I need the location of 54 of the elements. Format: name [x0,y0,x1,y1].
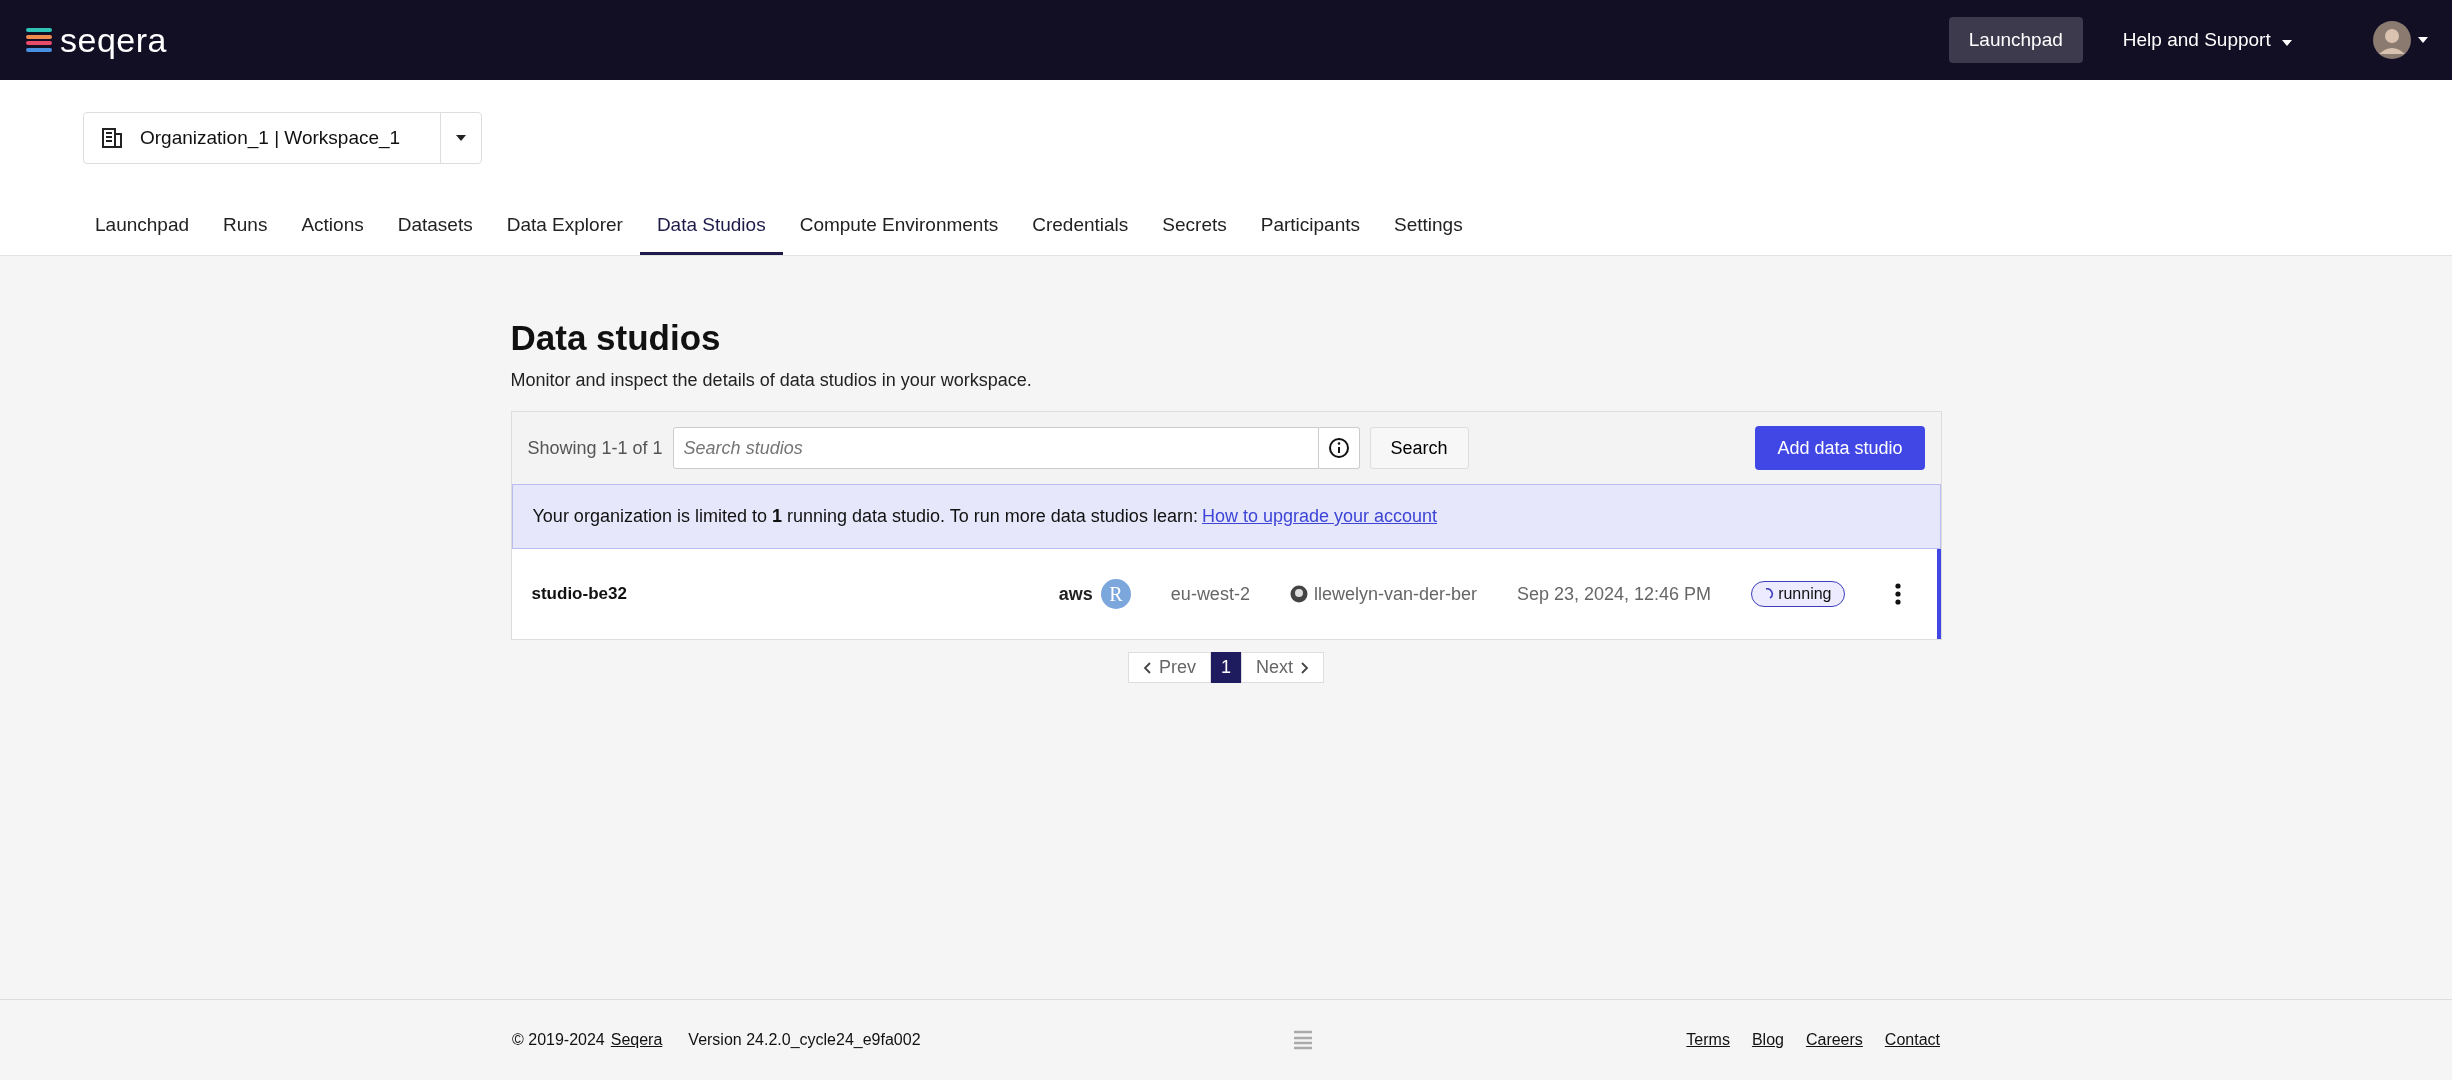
avatar-icon[interactable] [2372,20,2412,60]
logo-icon [1292,1029,1315,1051]
tool-badge: R [1100,579,1131,609]
caret-icon[interactable] [2418,37,2428,43]
chevron-left-icon[interactable] [1142,661,1151,674]
caret-icon[interactable] [456,135,467,141]
upgrade-link[interactable]: How to upgrade your account [1201,506,1438,526]
nav-tab[interactable]: Participants [1243,200,1378,255]
notice-text: Your organization is limited to 1 running data studio. To run more data studios learn: [532,506,1198,526]
add-studio-button[interactable]: Add data studio [1755,426,1925,470]
date-text: Sep 23, 2024, 12:46 PM [1516,583,1712,605]
more-icon[interactable] [1894,583,1901,605]
nav-tab[interactable]: Runs [206,200,285,255]
next-button[interactable]: Next [1241,652,1324,683]
logo-icon [24,25,54,55]
workspace-selector[interactable]: Organization_1 | Workspace_1 [83,112,483,164]
studio-name: studio-be32 [531,584,627,604]
region-text: eu-west-2 [1170,583,1250,605]
nav-tab[interactable]: Compute Environments [782,200,1016,255]
footer-link[interactable]: Terms [1686,1031,1730,1049]
company-link[interactable]: Seqera [610,1031,663,1049]
nav-tab[interactable]: Data Studios [639,200,783,255]
nav-tab[interactable]: Launchpad [78,200,207,255]
help-menu[interactable]: Help and Support [2102,17,2312,63]
workspace-name: Organization_1 | Workspace_1 [140,127,402,149]
logo-text: seqera [60,20,167,60]
chevron-right-icon[interactable] [1301,661,1309,674]
search-field[interactable]: Search studios [672,427,1319,469]
nav-tab[interactable]: Settings [1377,200,1480,255]
nav-tab[interactable]: Actions [284,200,381,255]
status-badge: running [1751,581,1845,607]
info-icon[interactable] [1327,437,1350,459]
user-avatar-icon [1289,585,1308,603]
search-button[interactable]: Search [1369,427,1469,469]
copyright-text: © 2019-2024 [512,1031,605,1049]
nav-tab[interactable]: Data Explorer [489,200,640,255]
page-title: Data studios [510,318,722,358]
user-name: llewelyn-van-der-ber [1313,583,1477,605]
studio-row[interactable]: studio-be32 aws R eu-west-2 llewelyn-van-der-ber Sep 23, 2024, 12:46 PM running [511,549,1941,639]
version-text: Version 24.2.0_cycle24_e9fa002 [688,1031,921,1049]
page-subtitle: Monitor and inspect the details of data studios in your workspace. [510,370,1033,391]
prev-button[interactable]: Prev [1127,652,1211,683]
footer-link[interactable]: Contact [1884,1031,1940,1049]
nav-tab[interactable]: Datasets [380,200,490,255]
page-button[interactable]: 1 [1211,652,1241,683]
launchpad-button[interactable]: Launchpad [1948,17,2083,63]
nav-tab[interactable]: Secrets [1145,200,1244,255]
aws-logo: aws [1058,583,1093,605]
footer-link[interactable]: Blog [1751,1031,1784,1049]
caret-icon[interactable] [2282,40,2292,46]
building-icon [100,126,124,150]
result-count: Showing 1-1 of 1 [527,437,663,459]
nav-tab[interactable]: Credentials [1015,200,1146,255]
footer-link[interactable]: Careers [1805,1031,1863,1049]
